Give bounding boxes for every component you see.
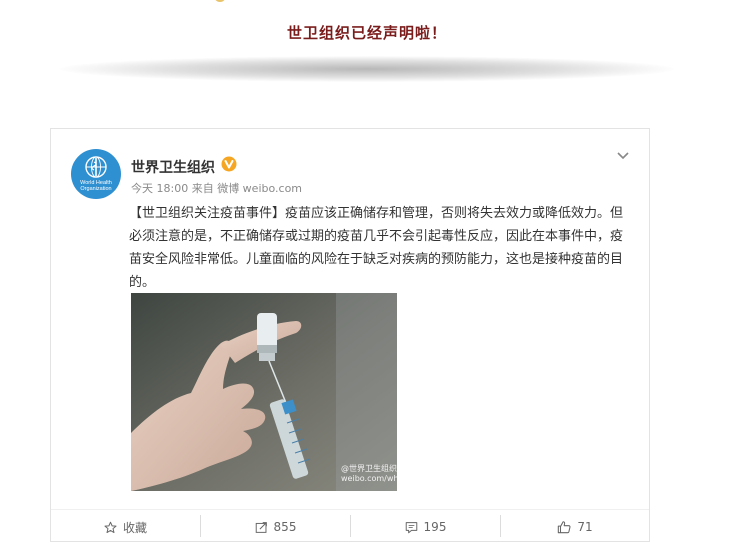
thumbs-up-icon bbox=[558, 521, 571, 534]
avatar-org-name: World Health Organization bbox=[80, 180, 112, 192]
weibo-post-card: World Health Organization 世界卫生组织 今天 18:0… bbox=[50, 128, 650, 542]
like-count: 71 bbox=[577, 520, 593, 534]
post-topic-tag[interactable]: 【世卫组织关注疫苗事件】 bbox=[129, 206, 285, 221]
post-content: 【世卫组织关注疫苗事件】疫苗应该正确储存和管理，否则将失去效力或降低效力。但必须… bbox=[129, 202, 635, 294]
chevron-down-icon[interactable] bbox=[615, 147, 631, 163]
page-headline: 世卫组织已经声明啦！ bbox=[286, 24, 447, 42]
post-meta: 今天 18:00 来自 微博 weibo.com bbox=[131, 182, 303, 195]
image-watermark-url: weibo.com/whoinch bbox=[341, 474, 397, 483]
who-emblem-icon bbox=[85, 156, 107, 178]
share-icon bbox=[255, 521, 267, 533]
decorative-accent bbox=[214, 0, 226, 2]
like-button[interactable]: 71 bbox=[501, 510, 649, 544]
repost-count: 855 bbox=[273, 520, 297, 534]
divider-shadow bbox=[60, 56, 674, 82]
action-bar: 收藏 855 195 71 bbox=[51, 509, 649, 544]
comment-button[interactable]: 195 bbox=[351, 510, 500, 544]
vaccine-photo bbox=[131, 293, 397, 491]
image-watermark: @世界卫生组织 weibo.com/whoinch bbox=[341, 463, 397, 483]
comment-count: 195 bbox=[423, 520, 447, 534]
star-icon bbox=[104, 521, 117, 533]
verified-badge-icon bbox=[221, 156, 237, 172]
favorite-label: 收藏 bbox=[122, 520, 147, 535]
avatar[interactable]: World Health Organization bbox=[71, 149, 121, 199]
comment-icon bbox=[405, 521, 417, 533]
post-image[interactable]: @世界卫生组织 weibo.com/whoinch bbox=[131, 293, 397, 491]
image-watermark-text: @世界卫生组织 bbox=[341, 464, 397, 473]
repost-button[interactable]: 855 bbox=[201, 510, 350, 544]
author-name[interactable]: 世界卫生组织 bbox=[131, 157, 215, 177]
favorite-button[interactable]: 收藏 bbox=[51, 510, 200, 544]
